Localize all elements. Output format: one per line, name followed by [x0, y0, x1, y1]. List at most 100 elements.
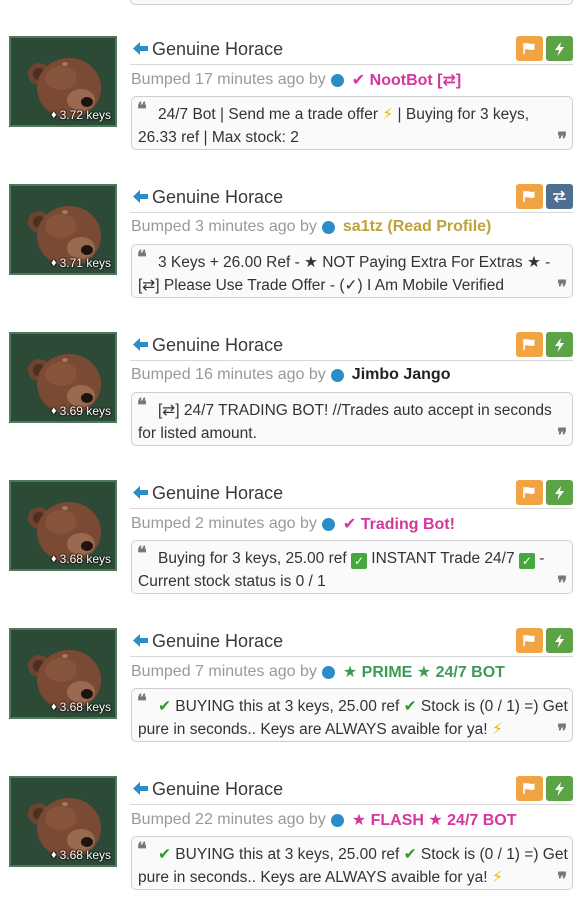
close-quote-icon: ❞: [557, 573, 567, 594]
arrow-left-icon[interactable]: [132, 336, 149, 353]
username-link[interactable]: ✔ Trading Bot!: [343, 514, 455, 534]
listing-1: ♦ 3.72 keys Genuine Horace Bumped 17 min…: [0, 36, 582, 166]
username-link[interactable]: sa1tz (Read Profile): [343, 218, 491, 236]
bump-info: Bumped 22 minutes ago by ★ FLASH ★ 24/7 …: [131, 810, 517, 830]
check-mark-icon: ✔: [403, 846, 417, 863]
listing-4: ♦ 3.68 keys Genuine Horace Bumped 2 minu…: [0, 480, 582, 610]
price-text: 3.69 keys: [59, 404, 111, 418]
listing-2: ♦ 3.71 keys Genuine Horace Bumped 3 minu…: [0, 184, 582, 314]
tag-icon: ♦: [51, 257, 57, 269]
flag-icon: [523, 339, 535, 350]
price-text: 3.72 keys: [59, 108, 111, 122]
instant-trade-button[interactable]: [546, 628, 573, 653]
close-quote-icon: ❞: [557, 869, 567, 890]
listing-title-row: Genuine Horace: [130, 628, 573, 657]
listing-6: ♦ 3.68 keys Genuine Horace Bumped 22 min…: [0, 776, 582, 906]
comment-segment: INSTANT Trade 24/7: [367, 550, 519, 567]
check-mark-icon: ✔: [403, 698, 417, 715]
item-name[interactable]: Genuine Horace: [152, 187, 283, 208]
bump-time: Bumped 2 minutes ago by: [131, 515, 317, 532]
bump-time: Bumped 17 minutes ago by: [131, 71, 326, 88]
item-name[interactable]: Genuine Horace: [152, 631, 283, 652]
flag-button[interactable]: [516, 480, 543, 505]
arrow-left-icon[interactable]: [132, 188, 149, 205]
item-icon[interactable]: ♦ 3.69 keys: [9, 332, 117, 423]
flag-icon: [523, 783, 535, 794]
bump-info: Bumped 16 minutes ago by Jimbo Jango: [131, 366, 450, 384]
tag-icon: ♦: [51, 701, 57, 713]
check-mark-icon: ✔: [158, 698, 171, 715]
item-icon[interactable]: ♦ 3.68 keys: [9, 628, 117, 719]
bolt-icon: [555, 41, 564, 56]
instant-trade-button[interactable]: [546, 776, 573, 801]
price-text: 3.71 keys: [59, 256, 111, 270]
flag-icon: [523, 635, 535, 646]
instant-trade-button[interactable]: [546, 36, 573, 61]
listing-title-row: Genuine Horace: [130, 480, 573, 509]
bump-info: Bumped 3 minutes ago by sa1tz (Read Prof…: [131, 218, 491, 236]
item-icon[interactable]: ♦ 3.72 keys: [9, 36, 117, 127]
item-price: ♦ 3.72 keys: [51, 108, 111, 122]
item-icon[interactable]: ♦ 3.68 keys: [9, 480, 117, 571]
check-box-icon: ✓: [351, 553, 367, 569]
username-link[interactable]: ✔ NootBot [⇄]: [352, 70, 461, 90]
tag-icon: ♦: [51, 109, 57, 121]
bolt-icon: [555, 781, 564, 796]
tag-icon: ♦: [51, 849, 57, 861]
item-icon[interactable]: ♦ 3.68 keys: [9, 776, 117, 867]
comment-segment: BUYING this at 3 keys, 25.00 ref: [171, 698, 404, 715]
flag-button[interactable]: [516, 776, 543, 801]
online-status-dot: [330, 813, 344, 827]
instant-trade-button[interactable]: [546, 332, 573, 357]
item-price: ♦ 3.68 keys: [51, 700, 111, 714]
flag-button[interactable]: [516, 628, 543, 653]
flag-icon: [523, 43, 535, 54]
item-price: ♦ 3.68 keys: [51, 848, 111, 862]
flag-button[interactable]: [516, 332, 543, 357]
item-name[interactable]: Genuine Horace: [152, 779, 283, 800]
arrow-left-icon[interactable]: [132, 40, 149, 57]
item-price: ♦ 3.69 keys: [51, 404, 111, 418]
online-status-dot: [321, 517, 335, 531]
arrow-left-icon[interactable]: [132, 484, 149, 501]
bolt-icon: [555, 337, 564, 352]
flag-icon: [523, 191, 535, 202]
listing-5: ♦ 3.68 keys Genuine Horace Bumped 7 minu…: [0, 628, 582, 758]
arrow-left-icon[interactable]: [132, 632, 149, 649]
swap-icon: [553, 190, 566, 203]
instant-trade-button[interactable]: [546, 480, 573, 505]
close-quote-icon: ❞: [559, 0, 568, 6]
price-text: 3.68 keys: [59, 848, 111, 862]
bolt-emoji-icon: ⚡: [491, 869, 503, 886]
bump-info: Bumped 2 minutes ago by ✔ Trading Bot!: [131, 514, 455, 534]
flag-button[interactable]: [516, 184, 543, 209]
tag-icon: ♦: [51, 405, 57, 417]
item-icon[interactable]: ♦ 3.71 keys: [9, 184, 117, 275]
flag-button[interactable]: [516, 36, 543, 61]
bolt-icon: [555, 485, 564, 500]
username-link[interactable]: Jimbo Jango: [352, 366, 451, 384]
bump-time: Bumped 16 minutes ago by: [131, 366, 326, 383]
bump-info: Bumped 7 minutes ago by ★ PRIME ★ 24/7 B…: [131, 662, 505, 682]
listing-title-row: Genuine Horace: [130, 184, 573, 213]
online-status-dot: [330, 368, 344, 382]
comment-text: 24/7 Bot | Send me a trade offer ⚡ | Buy…: [138, 103, 568, 149]
comment-text: ✔ BUYING this at 3 keys, 25.00 ref ✔ Sto…: [138, 843, 568, 889]
online-status-dot: [321, 220, 335, 234]
username-link[interactable]: ★ FLASH ★ 24/7 BOT: [352, 810, 517, 830]
online-status-dot: [330, 73, 344, 87]
comment-text: ✔ BUYING this at 3 keys, 25.00 ref ✔ Sto…: [138, 695, 568, 741]
listing-title-row: Genuine Horace: [130, 332, 573, 361]
bump-info: Bumped 17 minutes ago by ✔ NootBot [⇄]: [131, 70, 461, 90]
arrow-left-icon[interactable]: [132, 780, 149, 797]
item-name[interactable]: Genuine Horace: [152, 335, 283, 356]
check-mark-icon: ✔: [158, 846, 171, 863]
trade-offer-button[interactable]: [546, 184, 573, 209]
comment-segment: BUYING this at 3 keys, 25.00 ref: [171, 846, 404, 863]
listing-comment: ❝ 24/7 Bot | Send me a trade offer ⚡ | B…: [131, 96, 573, 150]
item-name[interactable]: Genuine Horace: [152, 483, 283, 504]
bolt-emoji-icon: ⚡: [491, 721, 503, 738]
item-name[interactable]: Genuine Horace: [152, 39, 283, 60]
username-link[interactable]: ★ PRIME ★ 24/7 BOT: [343, 662, 505, 682]
listing-comment: ❝ 3 Keys + 26.00 Ref - ★ NOT Paying Extr…: [131, 244, 573, 298]
